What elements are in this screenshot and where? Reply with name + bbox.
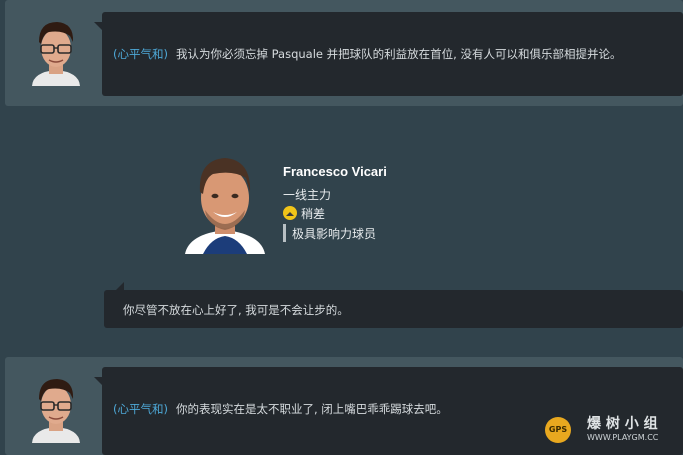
player-card: Francesco Vicari 一线主力 稍差 极具影响力球员: [183, 152, 483, 258]
watermark-url: WWW.PLAYGM.CC: [587, 433, 659, 442]
player-squad-role: 一线主力: [283, 188, 332, 202]
morale-status-icon: [283, 206, 297, 220]
manager-statement: 我认为你必须忘掉 Pasquale 并把球队的利益放在首位, 没有人可以和俱乐部…: [175, 47, 622, 61]
watermark-logo-icon: GPS: [545, 417, 571, 443]
influence-marker: [283, 224, 286, 242]
player-speech-bubble: 你尽管不放在心上好了, 我可是不会让步的。: [104, 282, 683, 328]
manager-statement: 你的表现实在是太不职业了, 闭上嘴巴乖乖踢球去吧。: [175, 402, 448, 416]
player-statement: 你尽管不放在心上好了, 我可是不会让步的。: [123, 303, 349, 317]
manager-avatar: [27, 18, 85, 86]
player-name[interactable]: Francesco Vicari: [283, 164, 387, 179]
manager-message-panel: (心平气和) 我认为你必须忘掉 Pasquale 并把球队的利益放在首位, 没有人…: [5, 0, 683, 106]
bubble-pointer: [94, 377, 102, 385]
manager-speech-bubble: (心平气和) 我认为你必须忘掉 Pasquale 并把球队的利益放在首位, 没有人…: [94, 12, 683, 96]
watermark-site-name: 爆 树 小 组: [587, 416, 658, 432]
tone-label: (心平气和): [113, 47, 168, 61]
site-watermark: GPS 爆 树 小 组 WWW.PLAYGM.CC: [545, 411, 675, 447]
tone-label: (心平气和): [113, 402, 168, 416]
bubble-pointer: [116, 282, 124, 290]
player-influence: 极具影响力球员: [292, 227, 377, 241]
manager-avatar: [27, 375, 85, 443]
player-morale-status: 稍差: [301, 207, 326, 221]
bubble-pointer: [94, 22, 102, 30]
player-avatar: [183, 152, 267, 254]
